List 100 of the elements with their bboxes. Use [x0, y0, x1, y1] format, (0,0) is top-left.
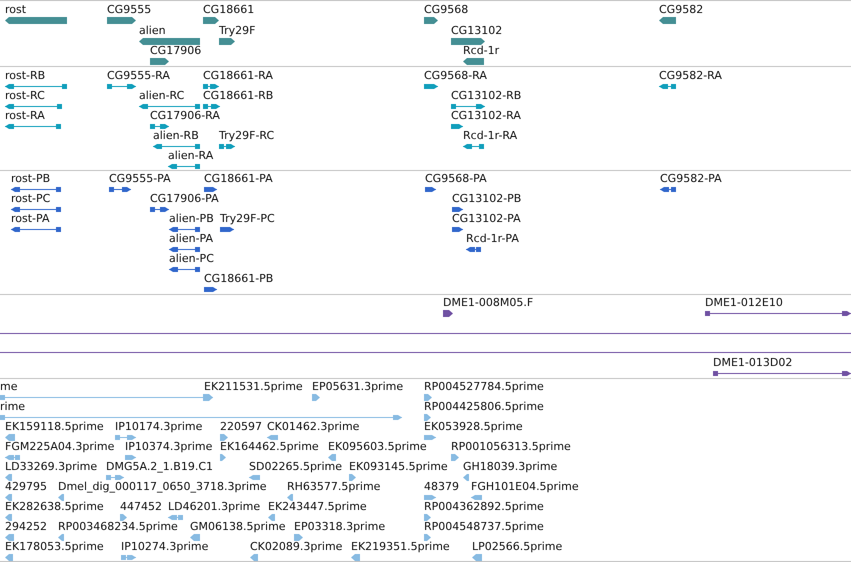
feature-label: me [0, 381, 18, 393]
feature-label: RP003468234.5prime [58, 521, 178, 533]
reverse-feature-glyph[interactable] [11, 206, 61, 213]
forward-feature-glyph[interactable] [203, 83, 219, 90]
reverse-feature-glyph[interactable] [5, 83, 67, 90]
feature-label: CG9555-PA [109, 173, 171, 185]
forward-feature-glyph[interactable] [451, 123, 463, 130]
feature-label: EK178053.5prime [5, 541, 104, 553]
feature-label: rost-RA [5, 110, 45, 122]
feature-label: 48379 [424, 481, 459, 493]
feature-label: rost-RC [5, 90, 45, 102]
feature-label: RP004425806.5prime [424, 401, 544, 413]
reverse-feature-glyph[interactable] [5, 123, 61, 130]
feature-label: DME1-012E10 [705, 297, 783, 309]
forward-feature-glyph[interactable] [705, 310, 851, 317]
feature-label: RP004362892.5prime [424, 501, 544, 513]
feature-label: Try29F [219, 24, 256, 36]
feature-label: alien-RB [153, 130, 199, 142]
reverse-feature-glyph[interactable] [168, 163, 200, 170]
forward-feature-glyph[interactable] [424, 17, 438, 24]
forward-feature-glyph[interactable] [425, 186, 436, 193]
feature-label: SD02265.5prime [249, 461, 342, 473]
feature-label: EK282638.5prime [5, 501, 104, 513]
feature-label: EK243447.5prime [268, 501, 367, 513]
feature-label: rost-RB [5, 70, 46, 82]
feature-label: RP001056313.5prime [451, 441, 571, 453]
feature-label: LP02566.5prime [472, 541, 562, 553]
feature-label: LD33269.3prime [5, 461, 98, 473]
feature-label: EK164462.5prime [220, 441, 319, 453]
feature-label: Dmel_dig_000117_0650_3718.3prime [58, 481, 267, 493]
forward-feature-glyph[interactable] [107, 17, 136, 24]
feature-label: 294252 [5, 521, 47, 533]
forward-feature-glyph[interactable] [150, 206, 169, 213]
forward-feature-glyph[interactable] [451, 103, 485, 110]
forward-feature-glyph[interactable] [452, 206, 463, 213]
reverse-feature-glyph[interactable] [139, 38, 200, 44]
feature-label: alien-PC [169, 253, 214, 265]
feature-label: alien-RC [139, 90, 184, 102]
forward-feature-glyph[interactable] [204, 286, 217, 293]
feature-label: CG13102-PA [452, 213, 521, 225]
forward-feature-glyph[interactable] [451, 38, 485, 44]
reverse-feature-glyph[interactable] [169, 246, 200, 253]
forward-feature-glyph[interactable] [203, 103, 220, 110]
reverse-feature-glyph[interactable] [659, 17, 676, 24]
feature-label: CG18661 [203, 4, 254, 16]
feature-label: Rcd-1r-PA [466, 233, 519, 245]
feature-label: rime [0, 401, 26, 413]
feature-label: rost-PA [11, 213, 50, 225]
forward-feature-glyph[interactable] [219, 143, 235, 150]
feature-label: CG18661-PB [204, 273, 274, 285]
reverse-feature-glyph[interactable] [5, 17, 67, 24]
forward-feature-glyph[interactable] [204, 186, 217, 193]
forward-feature-glyph[interactable] [424, 83, 438, 90]
feature-label: CG9568-PA [425, 173, 487, 185]
forward-feature-glyph[interactable] [150, 123, 169, 130]
reverse-feature-glyph[interactable] [659, 83, 676, 90]
feature-label: CG17906-RA [150, 110, 220, 122]
forward-feature-glyph[interactable] [203, 17, 219, 24]
feature-label: DME1-008M05.F [443, 297, 534, 309]
forward-feature-glyph[interactable] [107, 83, 136, 90]
feature-label: 220597 [220, 421, 262, 433]
feature-label: 447452 [120, 501, 162, 513]
feature-label: EP03318.3prime [294, 521, 386, 533]
feature-label: CG9555-RA [107, 70, 170, 82]
forward-feature-glyph[interactable] [220, 226, 234, 233]
reverse-feature-glyph[interactable] [660, 186, 676, 193]
reverse-feature-glyph[interactable] [153, 143, 200, 150]
forward-feature-glyph[interactable] [713, 370, 851, 377]
reverse-feature-glyph[interactable] [169, 266, 200, 273]
feature-label: RH63577.5prime [287, 481, 380, 493]
feature-label: GH18039.3prime [463, 461, 558, 473]
feature-label: Rcd-1r-RA [463, 130, 518, 142]
feature-label: rost-PC [11, 193, 50, 205]
reverse-feature-glyph[interactable] [5, 103, 62, 110]
feature-label: CG9568 [424, 4, 468, 16]
feature-label: DMG5A.2_1.B19.C1 [106, 461, 214, 473]
feature-label: alien [139, 24, 166, 36]
reverse-feature-glyph[interactable] [11, 226, 61, 233]
feature-label: IP10174.3prime [115, 421, 202, 433]
forward-feature-glyph[interactable] [109, 186, 131, 193]
forward-feature-glyph[interactable] [150, 58, 169, 65]
forward-feature-glyph[interactable] [443, 310, 453, 317]
reverse-feature-glyph[interactable] [466, 246, 481, 253]
feature-label: Rcd-1r [463, 45, 500, 57]
reverse-feature-glyph[interactable] [463, 58, 484, 65]
feature-label: IP10374.3prime [125, 441, 212, 453]
reverse-feature-glyph[interactable] [139, 103, 200, 110]
feature-label: GM06138.5prime [190, 521, 286, 533]
reverse-feature-glyph[interactable] [11, 186, 61, 193]
feature-label: CG9568-RA [424, 70, 487, 82]
feature-label: CG18661-PA [204, 173, 273, 185]
feature-label: CG13102-PB [452, 193, 522, 205]
reverse-feature-glyph[interactable] [169, 226, 200, 233]
forward-feature-glyph[interactable] [452, 226, 463, 233]
feature-label: FGH101E04.5prime [471, 481, 579, 493]
reverse-feature-glyph[interactable] [463, 143, 484, 150]
feature-label: EK095603.5prime [328, 441, 427, 453]
feature-label: DME1-013D02 [713, 357, 792, 369]
feature-label: rost [5, 4, 26, 16]
forward-feature-glyph[interactable] [219, 38, 235, 44]
